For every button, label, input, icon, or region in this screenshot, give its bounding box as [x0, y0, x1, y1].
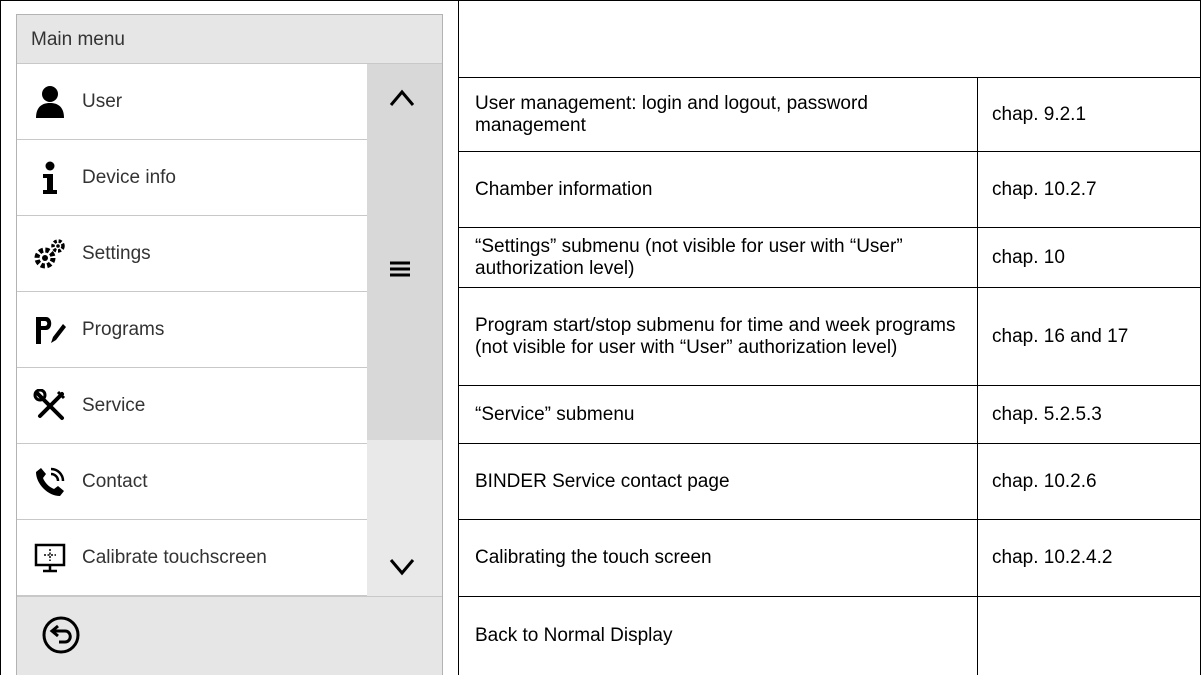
- scrollbar-grip-icon: [388, 260, 412, 278]
- back-arrow-icon[interactable]: [41, 615, 81, 655]
- row-chapter: [977, 597, 1200, 675]
- menu-title: Main menu: [17, 15, 442, 64]
- row-description: “Service” submenu: [475, 403, 635, 425]
- scrollbar-thumb[interactable]: [367, 64, 442, 440]
- row-description: Program start/stop submenu for time and …: [475, 314, 956, 358]
- table-border-left: [0, 0, 1, 675]
- user-icon: [32, 84, 68, 120]
- row-description: User management: login and logout, passw…: [475, 92, 868, 136]
- table-row: Chamber information chap. 10.2.7: [458, 151, 1201, 227]
- row-description: “Settings” submenu (not visible for user…: [475, 235, 903, 279]
- row-chapter: chap. 10.2.6: [977, 444, 1200, 519]
- row-chapter: chap. 9.2.1: [977, 78, 1200, 151]
- menu-item-contact[interactable]: Contact: [17, 444, 367, 520]
- table-row: Program start/stop submenu for time and …: [458, 287, 1201, 385]
- table-row: BINDER Service contact page chap. 10.2.6: [458, 443, 1201, 519]
- table-row: User management: login and logout, passw…: [458, 77, 1201, 151]
- programs-pencil-icon: [32, 312, 68, 348]
- menu-item-label: Calibrate touchscreen: [82, 546, 267, 568]
- service-tools-icon: [32, 388, 68, 424]
- calibrate-screen-icon: [32, 540, 68, 576]
- menu-item-label: Contact: [82, 470, 148, 492]
- row-chapter: chap. 16 and 17: [977, 288, 1200, 385]
- table-row: “Service” submenu chap. 5.2.5.3: [458, 385, 1201, 443]
- row-chapter: chap. 10.2.4.2: [977, 520, 1200, 596]
- table-row: “Settings” submenu (not visible for user…: [458, 227, 1201, 287]
- phone-icon: [32, 464, 68, 500]
- menu-item-programs[interactable]: Programs: [17, 292, 367, 368]
- menu-item-label: Settings: [82, 242, 151, 264]
- main-menu-screen: Main menu User Device info Settings Prog…: [16, 14, 443, 675]
- menu-list: User Device info Settings Programs Servi…: [17, 64, 367, 596]
- row-description: Back to Normal Display: [475, 625, 673, 646]
- menu-item-settings[interactable]: Settings: [17, 216, 367, 292]
- settings-gears-icon: [32, 236, 68, 272]
- row-description: Calibrating the touch screen: [475, 547, 712, 568]
- menu-item-label: User: [82, 90, 123, 112]
- description-table: User management: login and logout, passw…: [458, 0, 1201, 675]
- row-chapter: chap. 5.2.5.3: [977, 386, 1200, 443]
- menu-item-label: Service: [82, 394, 146, 416]
- table-header-empty: [458, 0, 1201, 77]
- menu-item-device-info[interactable]: Device info: [17, 140, 367, 216]
- menu-item-label: Programs: [82, 318, 165, 340]
- scroll-up-chevron-icon[interactable]: [388, 87, 416, 109]
- scroll-down-chevron-icon[interactable]: [388, 556, 416, 578]
- menu-item-label: Device info: [82, 166, 176, 188]
- menu-item-service[interactable]: Service: [17, 368, 367, 444]
- row-description: Chamber information: [475, 178, 653, 200]
- menu-item-calibrate-touchscreen[interactable]: Calibrate touchscreen: [17, 520, 367, 596]
- info-icon: [32, 160, 68, 196]
- row-chapter: chap. 10: [977, 228, 1200, 287]
- row-chapter: chap. 10.2.7: [977, 152, 1200, 227]
- menu-item-user[interactable]: User: [17, 64, 367, 140]
- table-row: Back to Normal Display: [458, 596, 1201, 675]
- row-description: BINDER Service contact page: [475, 470, 730, 492]
- table-row: Calibrating the touch screen chap. 10.2.…: [458, 519, 1201, 596]
